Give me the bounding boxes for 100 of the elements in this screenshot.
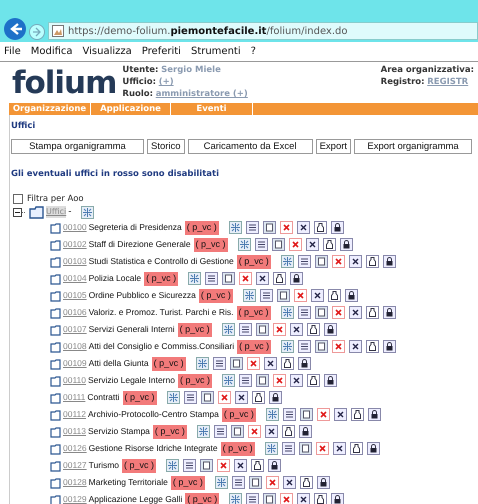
bottle-icon[interactable]	[273, 272, 286, 286]
office-code-link[interactable]: 00126	[63, 442, 87, 456]
bottle-icon[interactable]	[328, 289, 341, 302]
lock-icon[interactable]	[344, 289, 358, 302]
close-icon[interactable]	[264, 425, 278, 438]
delete-icon[interactable]	[239, 272, 252, 286]
office-code-link[interactable]: 00110	[63, 374, 86, 388]
list-icon[interactable]	[298, 255, 311, 268]
bottle-icon[interactable]	[314, 221, 327, 234]
registry-value[interactable]: REGISTR	[427, 77, 468, 87]
office-code-link[interactable]: 00113	[63, 425, 86, 438]
close-icon[interactable]	[282, 476, 296, 490]
lock-icon[interactable]	[331, 493, 344, 504]
lock-icon[interactable]	[290, 272, 304, 286]
split-icon[interactable]	[188, 272, 202, 286]
list-icon[interactable]	[260, 289, 273, 302]
list-icon[interactable]	[238, 374, 252, 388]
close-icon[interactable]	[306, 238, 319, 252]
office-code-link[interactable]: 00106	[63, 306, 87, 320]
close-icon[interactable]	[349, 340, 362, 354]
nav-tab[interactable]: Applicazione	[91, 103, 171, 115]
list-icon[interactable]	[232, 476, 245, 490]
close-icon[interactable]	[297, 493, 310, 504]
document-icon[interactable]	[300, 408, 313, 422]
toolbar-button[interactable]: Stampa organigramma	[11, 138, 144, 154]
list-icon[interactable]	[214, 425, 227, 438]
document-icon[interactable]	[314, 306, 328, 320]
list-icon[interactable]	[183, 459, 196, 472]
office-code-link[interactable]: 00100	[63, 221, 87, 234]
split-icon[interactable]	[81, 206, 94, 219]
bottle-icon[interactable]	[282, 425, 295, 438]
collapse-icon[interactable]	[13, 208, 27, 217]
split-icon[interactable]	[196, 357, 209, 370]
list-icon[interactable]	[298, 340, 312, 354]
split-icon[interactable]	[222, 323, 235, 336]
split-icon[interactable]	[222, 374, 235, 388]
document-icon[interactable]	[276, 289, 290, 302]
delete-icon[interactable]	[280, 493, 294, 504]
toolbar-button[interactable]: Caricamento da Excel	[188, 138, 313, 154]
office-code-link[interactable]: 00128	[63, 476, 87, 490]
office-code-link[interactable]: 00104	[63, 272, 87, 286]
split-icon[interactable]	[166, 391, 180, 404]
delete-icon[interactable]	[272, 323, 286, 336]
close-icon[interactable]	[296, 221, 310, 234]
close-icon[interactable]	[290, 374, 303, 388]
close-icon[interactable]	[310, 289, 324, 302]
lock-icon[interactable]	[324, 374, 337, 388]
lock-icon[interactable]	[316, 476, 330, 490]
nav-tab[interactable]: Eventi	[171, 103, 253, 115]
list-icon[interactable]	[282, 442, 295, 456]
split-icon[interactable]	[266, 408, 279, 422]
close-icon[interactable]	[234, 391, 248, 404]
lock-icon[interactable]	[368, 408, 381, 422]
bottle-icon[interactable]	[322, 238, 336, 252]
split-icon[interactable]	[166, 459, 180, 472]
document-icon[interactable]	[230, 357, 243, 370]
split-icon[interactable]	[264, 442, 278, 456]
lock-icon[interactable]	[382, 306, 396, 320]
delete-icon[interactable]	[332, 255, 345, 268]
menu-item[interactable]: File	[4, 44, 21, 59]
office-code-link[interactable]: 00103	[63, 255, 87, 268]
delete-icon[interactable]	[294, 289, 307, 302]
document-icon[interactable]	[248, 476, 262, 490]
close-icon[interactable]	[334, 408, 347, 422]
lock-icon[interactable]	[366, 442, 380, 456]
office-code-link[interactable]: 00107	[63, 323, 87, 336]
office-code-link[interactable]: 00111	[63, 391, 86, 404]
close-icon[interactable]	[264, 357, 277, 370]
close-icon[interactable]	[348, 255, 362, 268]
office-code-link[interactable]: 00127	[63, 459, 87, 472]
menu-item[interactable]: Visualizza	[82, 44, 132, 59]
document-icon[interactable]	[200, 459, 214, 472]
split-icon[interactable]	[242, 289, 256, 302]
close-icon[interactable]	[348, 306, 362, 320]
document-icon[interactable]	[272, 238, 285, 252]
lock-icon[interactable]	[330, 221, 344, 234]
bottle-icon[interactable]	[306, 374, 320, 388]
delete-icon[interactable]	[266, 476, 279, 490]
toolbar-button[interactable]: Export organigramma	[354, 138, 472, 154]
close-icon[interactable]	[234, 459, 248, 472]
lock-icon[interactable]	[268, 391, 282, 404]
delete-icon[interactable]	[316, 442, 329, 456]
role-value[interactable]: amministratore (+)	[156, 89, 248, 99]
bottle-icon[interactable]	[366, 255, 379, 268]
document-icon[interactable]	[222, 272, 236, 286]
list-icon[interactable]	[246, 493, 260, 504]
close-icon[interactable]	[290, 323, 303, 336]
list-icon[interactable]	[246, 221, 259, 234]
list-icon[interactable]	[238, 323, 252, 336]
document-icon[interactable]	[256, 374, 269, 388]
delete-icon[interactable]	[218, 391, 231, 404]
delete-icon[interactable]	[248, 425, 261, 438]
split-icon[interactable]	[229, 493, 242, 504]
lock-icon[interactable]	[340, 238, 353, 252]
toolbar-button[interactable]: Export	[316, 138, 352, 154]
address-bar[interactable]: https://demo-folium.piemontefacile.it/folium/index.do	[48, 22, 478, 40]
lock-icon[interactable]	[324, 323, 337, 336]
back-button[interactable]	[4, 18, 26, 40]
document-icon[interactable]	[256, 323, 269, 336]
bottle-icon[interactable]	[252, 391, 265, 404]
